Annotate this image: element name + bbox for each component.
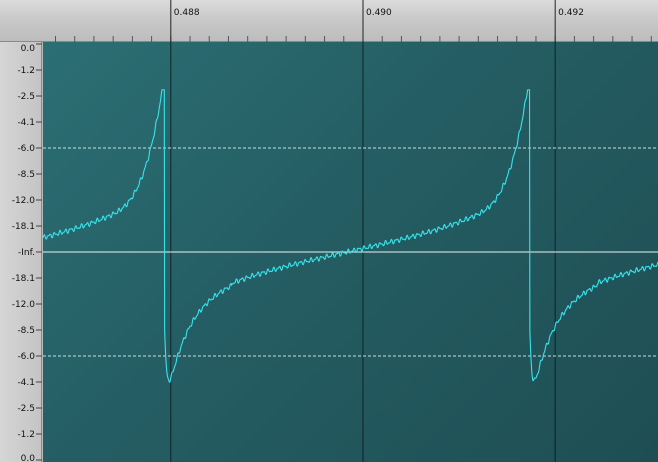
amplitude-tick-label: -4.1 — [17, 378, 35, 388]
amplitude-tick-label: -6.0 — [17, 352, 35, 362]
amplitude-tick-label: -2.5 — [17, 404, 35, 414]
amplitude-tick-label: -1.2 — [17, 430, 35, 440]
amplitude-tick-label: -2.5 — [17, 92, 35, 102]
amplitude-tick-label: -4.1 — [17, 118, 35, 128]
time-ruler[interactable]: 0.488 0.490 0.492 — [0, 0, 658, 42]
waveform-trace — [43, 89, 658, 383]
time-tick-label: 0.490 — [366, 8, 392, 18]
time-ruler-graphic: 0.488 0.490 0.492 — [54, 0, 652, 42]
amplitude-tick-label: 0.0 — [21, 454, 36, 462]
amplitude-tick-label: -12.0 — [12, 196, 36, 206]
amplitude-tick-label: -Inf. — [18, 248, 35, 258]
amplitude-tick-label: -18.1 — [12, 274, 35, 284]
amplitude-ruler-graphic: 0.0 -1.2 -2.5 -4.1 -6.0 -8.5 -12.0 -18.1 -Inf. -1… — [12, 43, 42, 462]
time-tick-label: 0.492 — [558, 8, 584, 18]
time-tick-label: 0.488 — [174, 8, 200, 18]
amplitude-ruler[interactable]: 0.0 -1.2 -2.5 -4.1 -6.0 -8.5 -12.0 -18.1 -Inf. -1… — [0, 42, 42, 462]
amplitude-tick-label: -1.2 — [17, 66, 35, 76]
amplitude-tick-label: -8.5 — [17, 326, 35, 336]
waveform-graphic — [43, 42, 658, 462]
amplitude-tick-label: -6.0 — [17, 144, 35, 154]
amplitude-tick-label: -12.0 — [12, 300, 36, 310]
amplitude-tick-label: -18.1 — [12, 222, 35, 232]
waveform-editor: 0.488 0.490 0.492 0.0 -1.2 -2.5 -4.1 -6.0 -8.5 -… — [0, 0, 658, 462]
amplitude-tick-label: 0.0 — [21, 44, 36, 54]
amplitude-tick-label: -8.5 — [17, 170, 35, 180]
waveform-canvas[interactable] — [43, 42, 658, 462]
